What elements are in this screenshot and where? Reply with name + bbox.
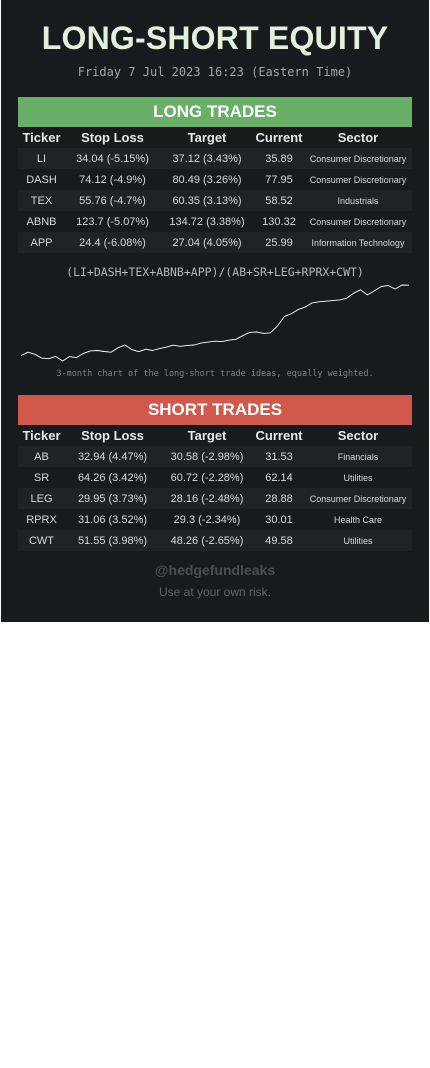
stop-loss-cell: 32.94 (4.47%) bbox=[65, 446, 160, 467]
column-header-stop-loss: Stop Loss bbox=[81, 428, 144, 443]
table-row: ABNB 123.7 (-5.07%) 134.72 (3.38%) 130.3… bbox=[18, 211, 412, 232]
disclaimer: Use at your own risk. bbox=[158, 585, 272, 599]
ticker-cell: APP bbox=[18, 232, 65, 253]
ticker-cell: AB bbox=[18, 446, 65, 467]
table-row: LEG 29.95 (3.73%) 28.16 (-2.48%) 28.88 C… bbox=[18, 488, 412, 509]
short-trades-table: Ticker Stop Loss Target Current Sector A… bbox=[18, 425, 412, 551]
sector-cell: Utilities bbox=[304, 467, 412, 488]
stop-loss-cell: 123.7 (-5.07%) bbox=[65, 211, 160, 232]
column-header-sector: Sector bbox=[337, 130, 379, 145]
column-header-sector: Sector bbox=[337, 428, 379, 443]
table-row: AB 32.94 (4.47%) 30.58 (-2.98%) 31.53 Fi… bbox=[18, 446, 412, 467]
short-trades-banner: SHORT TRADES bbox=[18, 395, 412, 425]
column-header-stop-loss: Stop Loss bbox=[81, 130, 144, 145]
performance-chart bbox=[20, 284, 410, 362]
stop-loss-cell: 29.95 (3.73%) bbox=[65, 488, 160, 509]
table-row: TEX 55.76 (-4.7%) 60.35 (3.13%) 58.52 In… bbox=[18, 190, 412, 211]
target-cell: 27.04 (4.05%) bbox=[160, 232, 254, 253]
sector-cell: Consumer Discretionary bbox=[304, 148, 412, 169]
long-trades-banner: LONG TRADES bbox=[18, 97, 412, 127]
long-short-card: LONG-SHORT EQUITY Friday 7 Jul 2023 16:2… bbox=[1, 0, 429, 622]
ticker-cell: CWT bbox=[18, 530, 65, 551]
ticker-cell: SR bbox=[18, 467, 65, 488]
table-row: DASH 74.12 (-4.9%) 80.49 (3.26%) 77.95 C… bbox=[18, 169, 412, 190]
ticker-cell: DASH bbox=[18, 169, 65, 190]
target-cell: 60.35 (3.13%) bbox=[160, 190, 254, 211]
ticker-cell: RPRX bbox=[18, 509, 65, 530]
column-header-ticker: Ticker bbox=[22, 428, 61, 443]
sector-cell: Consumer Discretionary bbox=[304, 169, 412, 190]
stop-loss-cell: 55.76 (-4.7%) bbox=[65, 190, 160, 211]
chart-line-series bbox=[20, 284, 410, 362]
table-header-row: Ticker Stop Loss Target Current Sector bbox=[18, 127, 412, 148]
author-handle: @hedgefundleaks bbox=[154, 562, 276, 578]
column-header-target: Target bbox=[187, 428, 227, 443]
table-header-row: Ticker Stop Loss Target Current Sector bbox=[18, 425, 412, 446]
sector-cell: Utilities bbox=[304, 530, 412, 551]
ticker-cell: LI bbox=[18, 148, 65, 169]
chart-formula: (LI+DASH+TEX+ABNB+APP)/(AB+SR+LEG+RPRX+C… bbox=[66, 265, 364, 279]
stop-loss-cell: 51.55 (3.98%) bbox=[65, 530, 160, 551]
target-cell: 48.26 (-2.65%) bbox=[160, 530, 254, 551]
page-title: LONG-SHORT EQUITY bbox=[41, 20, 389, 56]
timestamp: Friday 7 Jul 2023 16:23 (Eastern Time) bbox=[77, 65, 353, 79]
ticker-cell: TEX bbox=[18, 190, 65, 211]
target-cell: 29.3 (-2.34%) bbox=[160, 509, 254, 530]
column-header-current: Current bbox=[255, 130, 303, 145]
target-cell: 28.16 (-2.48%) bbox=[160, 488, 254, 509]
table-row: LI 34.04 (-5.15%) 37.12 (3.43%) 35.89 Co… bbox=[18, 148, 412, 169]
table-row: CWT 51.55 (3.98%) 48.26 (-2.65%) 49.58 U… bbox=[18, 530, 412, 551]
target-cell: 30.58 (-2.98%) bbox=[160, 446, 254, 467]
current-cell: 31.53 bbox=[254, 446, 304, 467]
target-cell: 60.72 (-2.28%) bbox=[160, 467, 254, 488]
sector-cell: Consumer Discretionary bbox=[304, 211, 412, 232]
column-header-ticker: Ticker bbox=[22, 130, 61, 145]
current-cell: 77.95 bbox=[254, 169, 304, 190]
sector-cell: Industrials bbox=[304, 190, 412, 211]
long-trades-table: Ticker Stop Loss Target Current Sector L… bbox=[18, 127, 412, 253]
stop-loss-cell: 74.12 (-4.9%) bbox=[65, 169, 160, 190]
table-row: RPRX 31.06 (3.52%) 29.3 (-2.34%) 30.01 H… bbox=[18, 509, 412, 530]
stop-loss-cell: 34.04 (-5.15%) bbox=[65, 148, 160, 169]
target-cell: 80.49 (3.26%) bbox=[160, 169, 254, 190]
stop-loss-cell: 31.06 (3.52%) bbox=[65, 509, 160, 530]
chart-caption: 3-month chart of the long-short trade id… bbox=[56, 369, 374, 379]
current-cell: 28.88 bbox=[254, 488, 304, 509]
target-cell: 37.12 (3.43%) bbox=[160, 148, 254, 169]
sector-cell: Health Care bbox=[304, 509, 412, 530]
current-cell: 25.99 bbox=[254, 232, 304, 253]
column-header-current: Current bbox=[255, 428, 303, 443]
table-row: SR 64.26 (3.42%) 60.72 (-2.28%) 62.14 Ut… bbox=[18, 467, 412, 488]
stop-loss-cell: 64.26 (3.42%) bbox=[65, 467, 160, 488]
current-cell: 62.14 bbox=[254, 467, 304, 488]
current-cell: 30.01 bbox=[254, 509, 304, 530]
table-row: APP 24.4 (-6.08%) 27.04 (4.05%) 25.99 In… bbox=[18, 232, 412, 253]
sector-cell: Consumer Discretionary bbox=[304, 488, 412, 509]
sector-cell: Information Technology bbox=[304, 232, 412, 253]
current-cell: 58.52 bbox=[254, 190, 304, 211]
ticker-cell: LEG bbox=[18, 488, 65, 509]
stop-loss-cell: 24.4 (-6.08%) bbox=[65, 232, 160, 253]
current-cell: 35.89 bbox=[254, 148, 304, 169]
current-cell: 130.32 bbox=[254, 211, 304, 232]
target-cell: 134.72 (3.38%) bbox=[160, 211, 254, 232]
column-header-target: Target bbox=[187, 130, 227, 145]
current-cell: 49.58 bbox=[254, 530, 304, 551]
ticker-cell: ABNB bbox=[18, 211, 65, 232]
sector-cell: Financials bbox=[304, 446, 412, 467]
